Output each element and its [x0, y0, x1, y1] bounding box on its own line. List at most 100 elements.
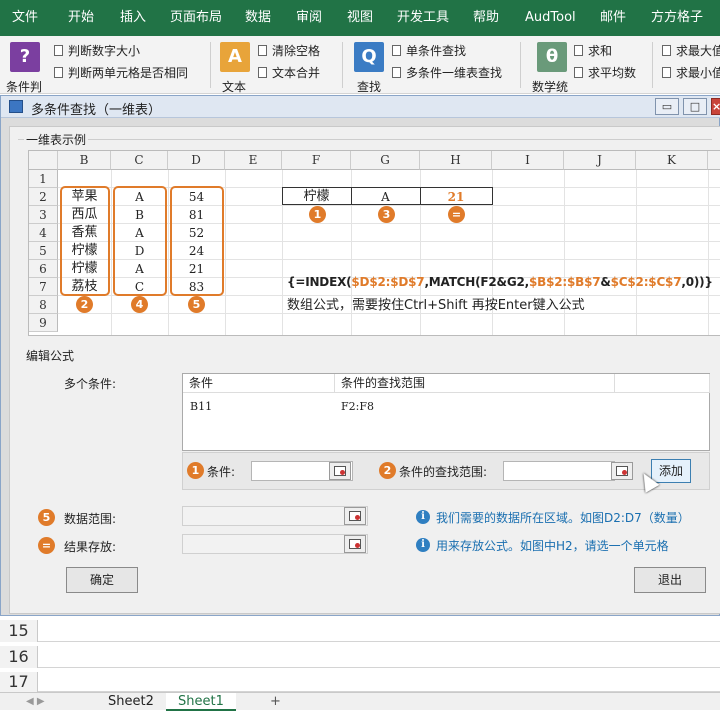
doc-icon	[258, 45, 267, 56]
doc-icon	[662, 45, 671, 56]
list-row-range[interactable]: F2:F8	[341, 400, 374, 413]
gridline	[58, 313, 720, 314]
ribbon-separator	[520, 42, 521, 88]
tab-home[interactable]: 开始	[68, 0, 94, 36]
add-sheet-icon[interactable]: +	[258, 693, 293, 711]
tab-file[interactable]: 文件	[12, 0, 38, 36]
tab-ffcell[interactable]: 方方格子	[651, 0, 703, 36]
ribbon-item-compare-cells[interactable]: 判断两单元格是否相同	[54, 64, 188, 82]
result-cell-input[interactable]	[182, 534, 368, 554]
doc-icon	[258, 67, 267, 78]
doc-icon	[574, 45, 583, 56]
col-header: E	[225, 151, 282, 170]
row-header: 1	[29, 170, 58, 188]
sheet-tab-sheet2[interactable]: Sheet2	[96, 693, 166, 711]
excel-row: 17	[0, 672, 720, 692]
ok-button[interactable]: 确定	[66, 567, 138, 593]
ribbon-label-condition[interactable]: 条件判	[6, 78, 42, 93]
array-formula: {=INDEX($D$2:$D$7,MATCH(F2&G2,$B$2:$B$7&…	[287, 275, 713, 289]
gridline	[708, 170, 709, 335]
tab-developer[interactable]: 开发工具	[397, 0, 449, 36]
list-header-condition[interactable]: 条件	[183, 374, 335, 393]
dialog-title: 多条件查找（一维表）	[31, 103, 162, 118]
section-example-label: 一维表示例	[24, 131, 89, 148]
doc-icon	[54, 67, 63, 78]
badge-1: 1	[187, 462, 204, 479]
result-cell-picker-icon[interactable]	[344, 535, 366, 553]
badge-5: 5	[188, 296, 205, 313]
sheet-nav-arrows[interactable]: ◀ ▶	[14, 693, 57, 711]
row-header: 16	[0, 646, 38, 668]
condition-label: 条件:	[207, 465, 236, 479]
maximize-button[interactable]: □	[683, 98, 707, 115]
condition-entry-strip: 1 条件: 2 条件的查找范围: 添加	[182, 452, 710, 490]
tab-audtool[interactable]: AudTool	[525, 0, 576, 36]
row-header: 4	[29, 224, 58, 242]
ribbon-separator	[342, 42, 343, 88]
col-header: D	[168, 151, 225, 170]
ribbon-item-compare-number[interactable]: 判断数字大小	[54, 42, 140, 60]
range-outline-b	[60, 186, 110, 296]
row-header: 17	[0, 672, 38, 692]
badge-2: 2	[76, 296, 93, 313]
ribbon-label-text[interactable]: 文本	[222, 78, 246, 93]
condition-list[interactable]: 条件 条件的查找范围 B11 F2:F8	[182, 373, 710, 451]
question-icon[interactable]: ?	[10, 42, 40, 72]
range-outline-c	[113, 186, 167, 296]
sheet-tab-sheet1[interactable]: Sheet1	[166, 693, 236, 711]
app-window-icon	[9, 100, 23, 113]
col-header-overflow	[708, 151, 720, 170]
data-range-input[interactable]	[182, 506, 368, 526]
data-range-label: 数据范围:	[64, 512, 117, 526]
ribbon-item-concat-text[interactable]: 文本合并	[258, 64, 320, 82]
theta-icon[interactable]: θ	[537, 42, 567, 72]
tab-help[interactable]: 帮助	[473, 0, 499, 36]
row-header: 2	[29, 188, 58, 206]
badge-equals: =	[38, 537, 55, 554]
col-header: H	[420, 151, 492, 170]
doc-icon	[662, 67, 671, 78]
tab-data[interactable]: 数据	[245, 0, 271, 36]
ribbon-tab-bar: 文件 开始 插入 页面布局 数据 审阅 视图 开发工具 帮助 AudTool 邮…	[0, 0, 720, 36]
ribbon: ? 条件判 判断数字大小 判断两单元格是否相同 A 文本 清除空格 文本合并 Q…	[0, 36, 720, 94]
tab-insert[interactable]: 插入	[120, 0, 146, 36]
info-icon: i	[416, 510, 430, 524]
multi-condition-label: 多个条件:	[64, 377, 117, 391]
ribbon-item-multi-lookup[interactable]: 多条件一维表查找	[392, 64, 502, 82]
gridline	[225, 170, 226, 335]
ribbon-item-single-lookup[interactable]: 单条件查找	[392, 42, 466, 60]
ribbon-separator	[652, 42, 653, 88]
dialog-body: 一维表示例 B C D E F G H I J K 1 2 3 4 5 6 7 …	[9, 126, 720, 614]
ribbon-label-math[interactable]: 数学统	[532, 78, 568, 93]
badge-3: 3	[378, 206, 395, 223]
row-header: 8	[29, 296, 58, 314]
lookup-range-picker-icon[interactable]	[611, 462, 633, 480]
ribbon-item-max[interactable]: 求最大值	[662, 42, 720, 60]
data-range-hint: 我们需要的数据所在区域。如图D2:D7（数量）	[436, 511, 690, 525]
condition-range-picker-icon[interactable]	[329, 462, 351, 480]
ribbon-item-sum[interactable]: 求和	[574, 42, 612, 60]
close-button[interactable]: ×	[711, 98, 720, 115]
dialog-titlebar[interactable]: 多条件查找（一维表） ▭ □ ×	[1, 96, 720, 118]
add-button[interactable]: 添加	[651, 459, 691, 483]
row-header: 15	[0, 620, 38, 642]
tab-view[interactable]: 视图	[347, 0, 373, 36]
minimize-button[interactable]: ▭	[655, 98, 679, 115]
find-icon[interactable]: Q	[354, 42, 384, 72]
doc-icon	[574, 67, 583, 78]
tab-mail[interactable]: 邮件	[600, 0, 626, 36]
ribbon-item-average[interactable]: 求平均数	[574, 64, 636, 82]
lookup-range-input[interactable]	[503, 461, 615, 481]
exit-button[interactable]: 退出	[634, 567, 706, 593]
text-icon[interactable]: A	[220, 42, 250, 72]
ribbon-item-trim-spaces[interactable]: 清除空格	[258, 42, 320, 60]
tab-page-layout[interactable]: 页面布局	[170, 0, 222, 36]
ribbon-label-find[interactable]: 查找	[357, 78, 381, 93]
list-header-blank	[615, 374, 710, 393]
list-header-range[interactable]: 条件的查找范围	[335, 374, 615, 393]
list-row-condition[interactable]: B11	[190, 400, 212, 413]
data-range-picker-icon[interactable]	[344, 507, 366, 525]
tab-review[interactable]: 审阅	[296, 0, 322, 36]
ribbon-separator	[210, 42, 211, 88]
ribbon-item-min[interactable]: 求最小值	[662, 64, 720, 82]
